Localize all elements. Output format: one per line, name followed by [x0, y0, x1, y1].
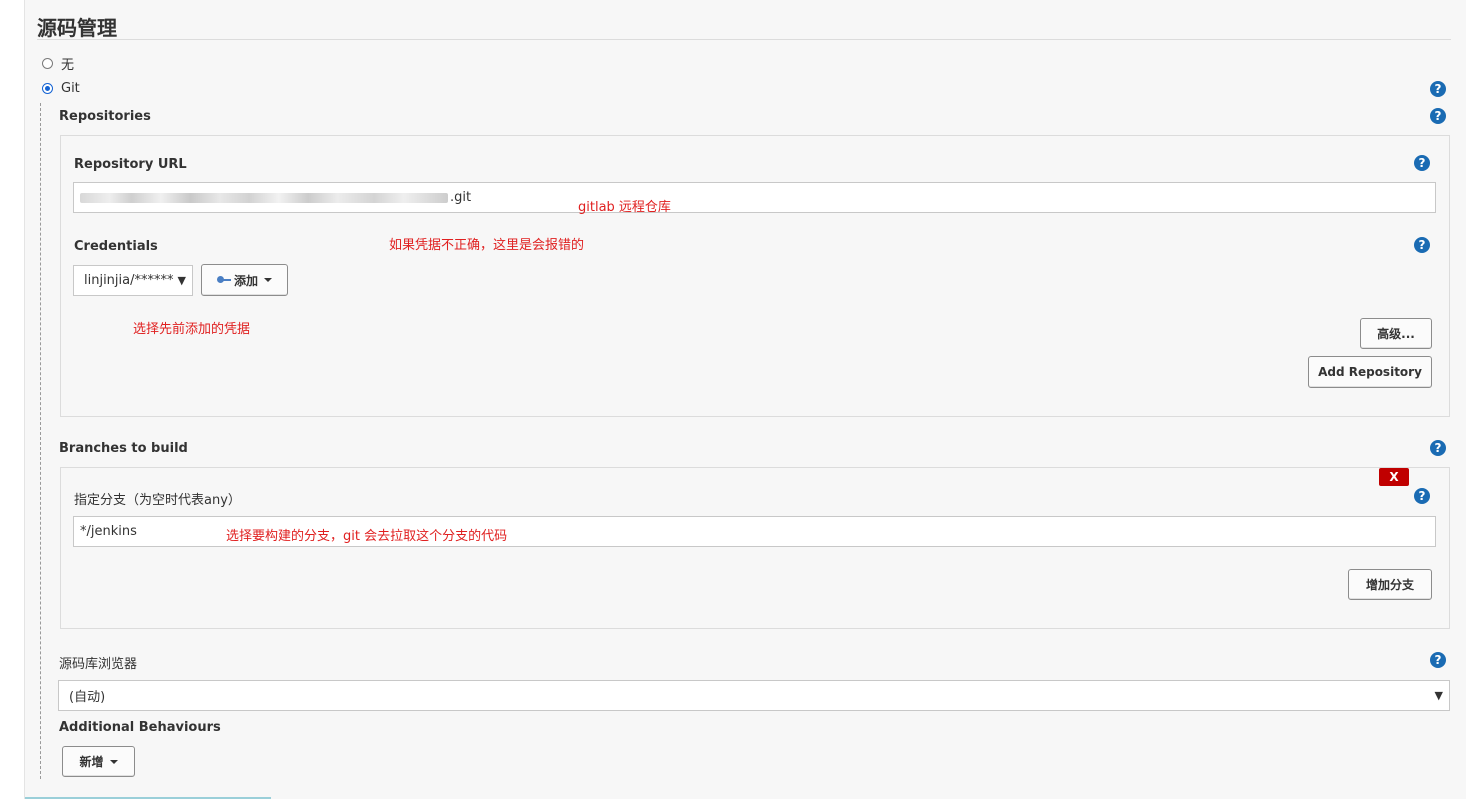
branch-annotation: 选择要构建的分支，git 会去拉取这个分支的代码 [226, 529, 508, 544]
delete-branch-button[interactable]: X [1379, 468, 1409, 486]
repository-browser-select[interactable]: (自动) ▼ [58, 680, 1450, 711]
help-icon[interactable]: ? [1430, 440, 1446, 456]
chevron-down-icon: ▼ [177, 274, 186, 287]
scm-option-git-label: Git [61, 81, 80, 96]
repository-url-label: Repository URL [74, 157, 187, 172]
key-icon [216, 276, 231, 283]
repository-box: Repository URL ? .git gitlab 远程仓库 Creden… [60, 135, 1450, 417]
credentials-value: linjinjia/****** [84, 273, 174, 288]
scm-option-git[interactable]: Git [42, 81, 80, 96]
help-icon[interactable]: ? [1430, 652, 1446, 668]
repositories-label: Repositories [59, 109, 151, 124]
branch-specifier-label: 指定分支（为空时代表any） [74, 493, 241, 508]
repository-url-suffix: .git [450, 190, 472, 205]
repository-browser-value: (自动) [69, 690, 106, 705]
section-title: 源码管理 [37, 16, 117, 40]
add-branch-button[interactable]: 增加分支 [1348, 569, 1432, 600]
help-icon[interactable]: ? [1414, 237, 1430, 253]
additional-behaviours-label: Additional Behaviours [59, 720, 221, 735]
radio-none[interactable] [42, 58, 53, 69]
section-divider [37, 39, 1451, 40]
radio-git[interactable] [42, 83, 53, 94]
add-credentials-label: 添加 [233, 273, 258, 288]
chevron-down-icon: ▼ [1434, 689, 1443, 702]
branch-box: X 指定分支（为空时代表any） ? */jenkins 选择要构建的分支，gi… [60, 467, 1450, 629]
add-repository-button[interactable]: Add Repository [1308, 356, 1432, 388]
scm-option-none[interactable]: 无 [42, 54, 74, 73]
credentials-annotation: 如果凭据不正确，这里是会报错的 [389, 238, 585, 253]
redacted-url [80, 192, 448, 203]
caret-down-icon [109, 759, 118, 764]
branch-specifier-value: */jenkins [80, 524, 137, 539]
help-icon[interactable]: ? [1414, 488, 1430, 504]
credentials-label: Credentials [74, 239, 158, 254]
add-behaviour-button[interactable]: 新增 [62, 746, 135, 777]
repository-browser-label: 源码库浏览器 [59, 657, 138, 672]
help-icon[interactable]: ? [1430, 108, 1446, 124]
select-credentials-annotation: 选择先前添加的凭据 [133, 322, 251, 337]
scm-option-none-label: 无 [61, 58, 75, 73]
repository-url-annotation: gitlab 远程仓库 [578, 200, 671, 215]
add-credentials-button[interactable]: 添加 [201, 264, 288, 296]
add-behaviour-label: 新增 [79, 755, 104, 769]
caret-down-icon [264, 278, 272, 282]
repository-url-input[interactable]: .git [73, 182, 1436, 213]
credentials-select[interactable]: linjinjia/****** ▼ [73, 265, 193, 296]
advanced-button[interactable]: 高级... [1360, 318, 1432, 349]
help-icon[interactable]: ? [1430, 81, 1446, 97]
scm-panel: 源码管理 无 Git ? Repositories ? Repository U… [24, 0, 1466, 799]
branches-label: Branches to build [59, 441, 188, 456]
git-config-guide-line [40, 103, 41, 779]
help-icon[interactable]: ? [1414, 155, 1430, 171]
